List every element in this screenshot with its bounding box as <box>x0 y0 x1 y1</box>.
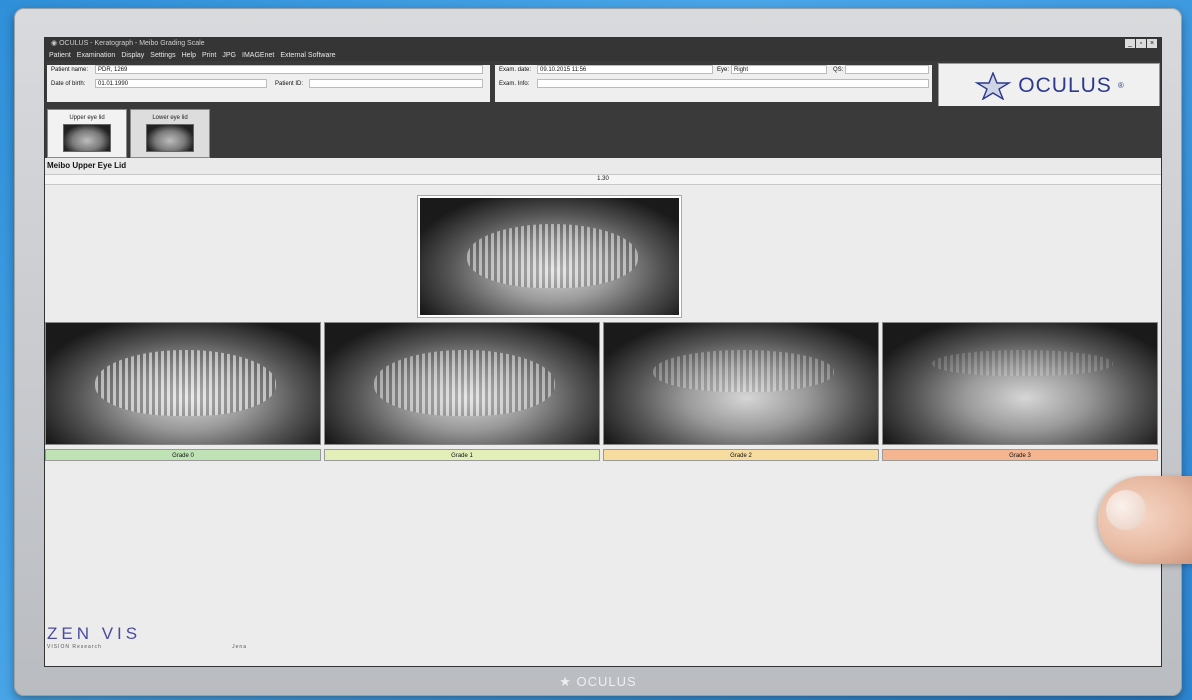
exam-date-field[interactable]: 09.10.2015 11:56 <box>537 65 713 74</box>
thumb-lower-eye-lid[interactable]: Lower eye lid <box>130 109 210 158</box>
exam-info-field[interactable] <box>537 79 929 88</box>
menu-bar: Patient Examination Display Settings Hel… <box>45 50 1161 61</box>
exam-info-label: Exam. Info: <box>499 81 530 87</box>
eye-label: Eye: <box>717 67 730 73</box>
finger-touch <box>1098 476 1192 564</box>
meibomian-glands <box>653 349 835 392</box>
menu-help[interactable]: Help <box>182 50 196 61</box>
meibomian-glands <box>932 349 1114 377</box>
grading-scale: Grade 0 Grade 1 Grade 2 Grade 3 <box>45 322 1161 463</box>
meibomian-glands <box>374 349 556 417</box>
oculus-logo: OCULUS ® <box>938 63 1160 108</box>
upper-eyelid-thumbnail-image <box>63 124 111 152</box>
zenvis-sub-right: Jena <box>232 644 247 650</box>
bezel-logo-text: OCULUS <box>576 674 637 689</box>
app-window: ◉ OCULUS - Keratograph - Meibo Grading S… <box>44 37 1162 667</box>
window-controls: _ ▫ × <box>1125 39 1157 48</box>
thumb-upper-eye-lid[interactable]: Upper eye lid <box>47 109 127 158</box>
exam-date-label: Exam. date: <box>499 67 532 73</box>
section-title: Meibo Upper Eye Lid <box>45 158 1161 174</box>
window-title: OCULUS - Keratograph - Meibo Grading Sca… <box>59 40 205 47</box>
bezel-logo-mark-icon: ★ <box>559 674 577 689</box>
grade-2-reference-image[interactable] <box>603 322 879 445</box>
patient-header: Patient name: PDR, 1269 Date of birth: 0… <box>45 61 1161 108</box>
patient-name-field[interactable]: PDR, 1269 <box>95 65 483 74</box>
image-thumbnail-bar: Upper eye lid Lower eye lid <box>45 106 1161 158</box>
menu-display[interactable]: Display <box>121 50 144 61</box>
dob-field[interactable]: 01.01.1990 <box>95 79 267 88</box>
grade-1-button[interactable]: Grade 1 <box>324 449 600 461</box>
grade-value-display: 1.30 <box>45 174 1161 185</box>
zenvis-logo: ZEN VIS VISION Research Jena <box>47 624 262 660</box>
grade-3-button[interactable]: Grade 3 <box>882 449 1158 461</box>
app-icon: ◉ <box>51 40 60 47</box>
menu-settings[interactable]: Settings <box>150 50 175 61</box>
grade-2-cell: Grade 2 <box>603 322 879 463</box>
qs-field[interactable] <box>845 65 929 74</box>
grade-0-button[interactable]: Grade 0 <box>45 449 321 461</box>
qs-label: QS: <box>833 67 844 73</box>
thumb-label: Lower eye lid <box>152 115 188 121</box>
exam-form: Exam. date: 09.10.2015 11:56 Eye: Right … <box>495 65 932 102</box>
fingernail <box>1106 490 1146 530</box>
dob-label: Date of birth: <box>51 81 86 87</box>
grade-2-button[interactable]: Grade 2 <box>603 449 879 461</box>
minimize-button[interactable]: _ <box>1125 39 1135 48</box>
grade-3-reference-image[interactable] <box>882 322 1158 445</box>
grade-0-cell: Grade 0 <box>45 322 321 463</box>
meibomian-glands <box>95 349 277 417</box>
menu-imagenet[interactable]: IMAGEnet <box>242 50 274 61</box>
zenvis-logo-text: ZEN VIS <box>47 624 142 643</box>
meibomian-glands <box>466 223 638 289</box>
bezel-logo: ★ OCULUS <box>14 674 1182 690</box>
close-button[interactable]: × <box>1147 39 1157 48</box>
registered-mark: ® <box>1117 81 1124 90</box>
zenvis-sub-left: VISION Research <box>47 644 102 650</box>
lower-eyelid-thumbnail-image <box>146 124 194 152</box>
meibography-main-image[interactable] <box>417 195 682 318</box>
menu-patient[interactable]: Patient <box>49 50 71 61</box>
patient-form: Patient name: PDR, 1269 Date of birth: 0… <box>47 65 490 102</box>
grade-1-reference-image[interactable] <box>324 322 600 445</box>
menu-print[interactable]: Print <box>202 50 216 61</box>
grade-3-cell: Grade 3 <box>882 322 1158 463</box>
grade-0-reference-image[interactable] <box>45 322 321 445</box>
menu-external-software[interactable]: External Software <box>280 50 335 61</box>
menu-jpg[interactable]: JPG <box>222 50 236 61</box>
eye-field[interactable]: Right <box>731 65 827 74</box>
oculus-star-icon <box>974 71 1012 100</box>
patient-id-label: Patient ID: <box>275 81 304 87</box>
grade-1-cell: Grade 1 <box>324 322 600 463</box>
patient-id-field[interactable] <box>309 79 483 88</box>
eyelid-image <box>420 198 679 315</box>
oculus-logo-text: OCULUS <box>1018 73 1112 97</box>
patient-name-label: Patient name: <box>51 67 89 73</box>
thumb-label: Upper eye lid <box>69 115 105 121</box>
maximize-button[interactable]: ▫ <box>1136 39 1146 48</box>
menu-examination[interactable]: Examination <box>77 50 116 61</box>
title-bar: ◉ OCULUS - Keratograph - Meibo Grading S… <box>45 38 1161 50</box>
